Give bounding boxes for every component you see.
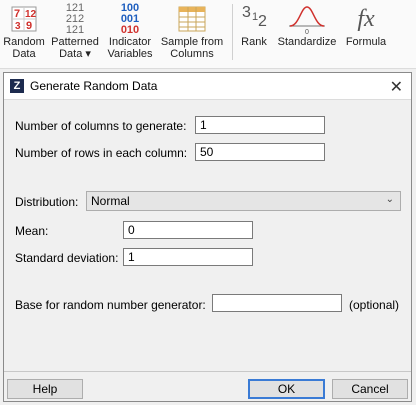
std-dev-input[interactable]: 1 — [123, 248, 253, 266]
num-rows-label: Number of rows in each column: — [15, 146, 188, 160]
ribbon-separator — [232, 4, 233, 60]
rank-button[interactable]: 3 1 2 Rank — [238, 2, 270, 66]
num-rows-input[interactable]: 50 — [195, 143, 325, 161]
indicator-row: 100 — [120, 1, 140, 14]
app-logo-icon: Z — [10, 79, 24, 93]
distribution-value: Normal — [91, 194, 130, 208]
random-data-label-2: Data — [12, 48, 36, 60]
random-digit: 3 — [15, 21, 21, 32]
fx-glyph: fx — [357, 6, 375, 32]
ribbon-toolbar: 7 12 3 9 Random Data 121 212 121 Pattern… — [0, 0, 416, 69]
formula-icon: fx — [342, 2, 390, 36]
indicator-row: 001 — [120, 12, 140, 25]
num-columns-label: Number of columns to generate: — [15, 119, 187, 133]
random-data-icon: 7 12 3 9 — [2, 2, 46, 36]
mean-input[interactable]: 0 — [123, 221, 253, 239]
indicator-variables-label-1: Indicator — [108, 36, 152, 48]
chevron-down-icon: ⌄ — [385, 194, 394, 205]
rank-glyph: 2 — [258, 13, 267, 30]
rank-label: Rank — [241, 36, 267, 48]
close-icon[interactable]: ✕ — [390, 77, 403, 97]
base-label: Base for random number generator: — [15, 298, 206, 312]
indicator-row: 010 — [120, 23, 140, 36]
normal-curve-icon: 0 — [274, 2, 340, 36]
optional-hint: (optional) — [349, 298, 400, 312]
distribution-select[interactable]: Normal ⌄ — [86, 191, 401, 211]
help-button[interactable]: Help — [7, 379, 83, 399]
dialog-title: Generate Random Data — [30, 79, 158, 93]
pattern-row: 121 — [65, 23, 85, 36]
footer-divider — [4, 371, 411, 372]
indicator-variables-label-2: Variables — [107, 48, 153, 60]
rank-icon: 3 1 2 — [238, 2, 270, 36]
random-digit: 9 — [26, 20, 32, 32]
num-columns-input[interactable]: 1 — [195, 116, 325, 134]
pattern-row: 212 — [65, 12, 85, 25]
dialog-titlebar: Z Generate Random Data ✕ — [4, 73, 411, 100]
base-input[interactable] — [212, 294, 342, 312]
formula-label: Formula — [345, 36, 387, 48]
ok-button[interactable]: OK — [248, 379, 325, 399]
patterned-data-button[interactable]: 121 212 121 Patterned Data ▾ — [48, 2, 102, 66]
sample-from-columns-label-2: Columns — [170, 48, 214, 60]
std-dev-label: Standard deviation: — [15, 251, 119, 265]
random-digit: 12 — [25, 9, 37, 20]
random-data-label-1: Random — [3, 36, 45, 48]
patterned-data-label-1: Patterned — [51, 36, 99, 48]
indicator-variables-icon: 100 001 010 — [104, 2, 156, 36]
pattern-row: 121 — [65, 1, 85, 14]
patterned-data-icon: 121 212 121 — [48, 2, 102, 36]
indicator-variables-button[interactable]: 100 001 010 Indicator Variables — [104, 2, 156, 66]
mean-label: Mean: — [15, 224, 49, 238]
random-digit: 7 — [14, 8, 20, 20]
standardize-label: Standardize — [277, 36, 337, 48]
generate-random-data-dialog: Z Generate Random Data ✕ Number of colum… — [3, 72, 412, 402]
sample-from-columns-button[interactable]: Sample from Columns — [158, 2, 226, 66]
standardize-button[interactable]: 0 Standardize — [274, 2, 340, 66]
random-data-button[interactable]: 7 12 3 9 Random Data — [2, 2, 46, 66]
patterned-data-label-2: Data ▾ — [59, 48, 91, 60]
sample-table-icon — [158, 2, 226, 36]
rank-glyph: 3 — [242, 4, 251, 21]
sample-from-columns-label-1: Sample from — [160, 36, 224, 48]
distribution-label: Distribution: — [15, 195, 79, 209]
formula-button[interactable]: fx Formula — [342, 2, 390, 66]
curve-zero-label: 0 — [305, 29, 309, 34]
cancel-button[interactable]: Cancel — [332, 379, 408, 399]
